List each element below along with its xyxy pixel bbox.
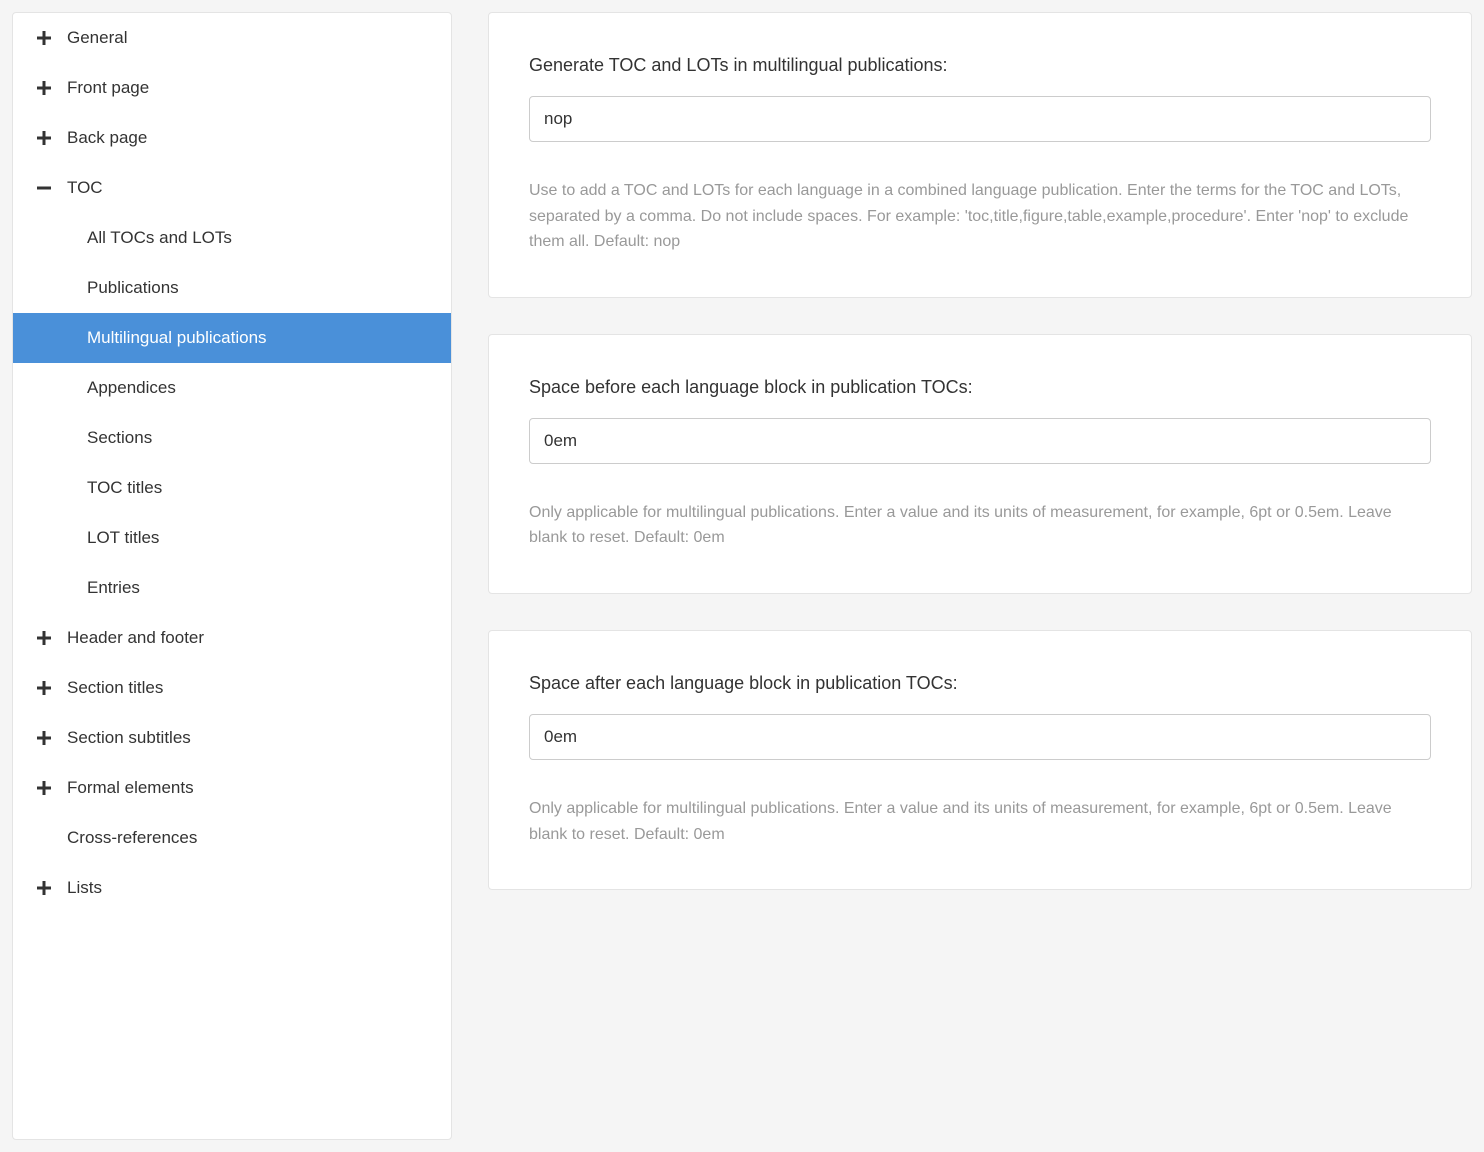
sidebar-item-label: Header and footer xyxy=(67,628,204,648)
sidebar-item-label: All TOCs and LOTs xyxy=(87,228,232,248)
sidebar-item-label: Appendices xyxy=(87,378,176,398)
sidebar-item-label: Back page xyxy=(67,128,147,148)
help-text: Use to add a TOC and LOTs for each langu… xyxy=(529,178,1431,255)
setting-input[interactable] xyxy=(529,96,1431,142)
expand-icon xyxy=(35,131,53,145)
expand-icon xyxy=(35,681,53,695)
sidebar-item-label: Entries xyxy=(87,578,140,598)
setting-input[interactable] xyxy=(529,418,1431,464)
sidebar-item-section-titles[interactable]: Section titles xyxy=(13,663,451,713)
sidebar-item-sections[interactable]: Sections xyxy=(13,413,451,463)
sidebar-item-label: Formal elements xyxy=(67,778,194,798)
sidebar-item-cross-references[interactable]: Cross-references xyxy=(13,813,451,863)
expand-icon xyxy=(35,81,53,95)
sidebar-item-entries[interactable]: Entries xyxy=(13,563,451,613)
expand-icon xyxy=(35,881,53,895)
panel-title: Space after each language block in publi… xyxy=(529,673,1431,694)
expand-icon xyxy=(35,631,53,645)
sidebar-item-label: Multilingual publications xyxy=(87,328,267,348)
sidebar-item-label: TOC xyxy=(67,178,103,198)
setting-input[interactable] xyxy=(529,714,1431,760)
sidebar-item-appendices[interactable]: Appendices xyxy=(13,363,451,413)
expand-icon xyxy=(35,781,53,795)
help-text: Only applicable for multilingual publica… xyxy=(529,796,1431,847)
settings-panel: Generate TOC and LOTs in multilingual pu… xyxy=(488,12,1472,298)
sidebar-item-label: TOC titles xyxy=(87,478,162,498)
settings-panel: Space before each language block in publ… xyxy=(488,334,1472,594)
sidebar-item-label: Front page xyxy=(67,78,149,98)
sidebar-item-back-page[interactable]: Back page xyxy=(13,113,451,163)
sidebar-item-section-subtitles[interactable]: Section subtitles xyxy=(13,713,451,763)
sidebar-item-label: Section subtitles xyxy=(67,728,191,748)
expand-icon xyxy=(35,731,53,745)
sidebar-item-label: LOT titles xyxy=(87,528,159,548)
sidebar-nav: General Front page Back page TOC All TOCs an… xyxy=(12,12,452,1140)
sidebar-item-label: Section titles xyxy=(67,678,163,698)
collapse-icon xyxy=(35,181,53,195)
sidebar-item-label: Publications xyxy=(87,278,179,298)
sidebar-item-toc[interactable]: TOC xyxy=(13,163,451,213)
sidebar-item-header-and-footer[interactable]: Header and footer xyxy=(13,613,451,663)
sidebar-item-toc-titles[interactable]: TOC titles xyxy=(13,463,451,513)
main-content: Generate TOC and LOTs in multilingual pu… xyxy=(488,12,1472,1140)
sidebar-item-label: Sections xyxy=(87,428,152,448)
sidebar-item-label: Cross-references xyxy=(67,828,197,848)
help-text: Only applicable for multilingual publica… xyxy=(529,500,1431,551)
sidebar-item-front-page[interactable]: Front page xyxy=(13,63,451,113)
expand-icon xyxy=(35,31,53,45)
sidebar-item-label: Lists xyxy=(67,878,102,898)
settings-panel: Space after each language block in publi… xyxy=(488,630,1472,890)
sidebar-item-publications[interactable]: Publications xyxy=(13,263,451,313)
panel-title: Space before each language block in publ… xyxy=(529,377,1431,398)
sidebar-item-all-tocs-and-lots[interactable]: All TOCs and LOTs xyxy=(13,213,451,263)
sidebar-item-label: General xyxy=(67,28,127,48)
sidebar-item-formal-elements[interactable]: Formal elements xyxy=(13,763,451,813)
panel-title: Generate TOC and LOTs in multilingual pu… xyxy=(529,55,1431,76)
sidebar-item-general[interactable]: General xyxy=(13,13,451,63)
sidebar-item-multilingual-publications[interactable]: Multilingual publications xyxy=(13,313,451,363)
sidebar-item-lot-titles[interactable]: LOT titles xyxy=(13,513,451,563)
sidebar-item-lists[interactable]: Lists xyxy=(13,863,451,913)
